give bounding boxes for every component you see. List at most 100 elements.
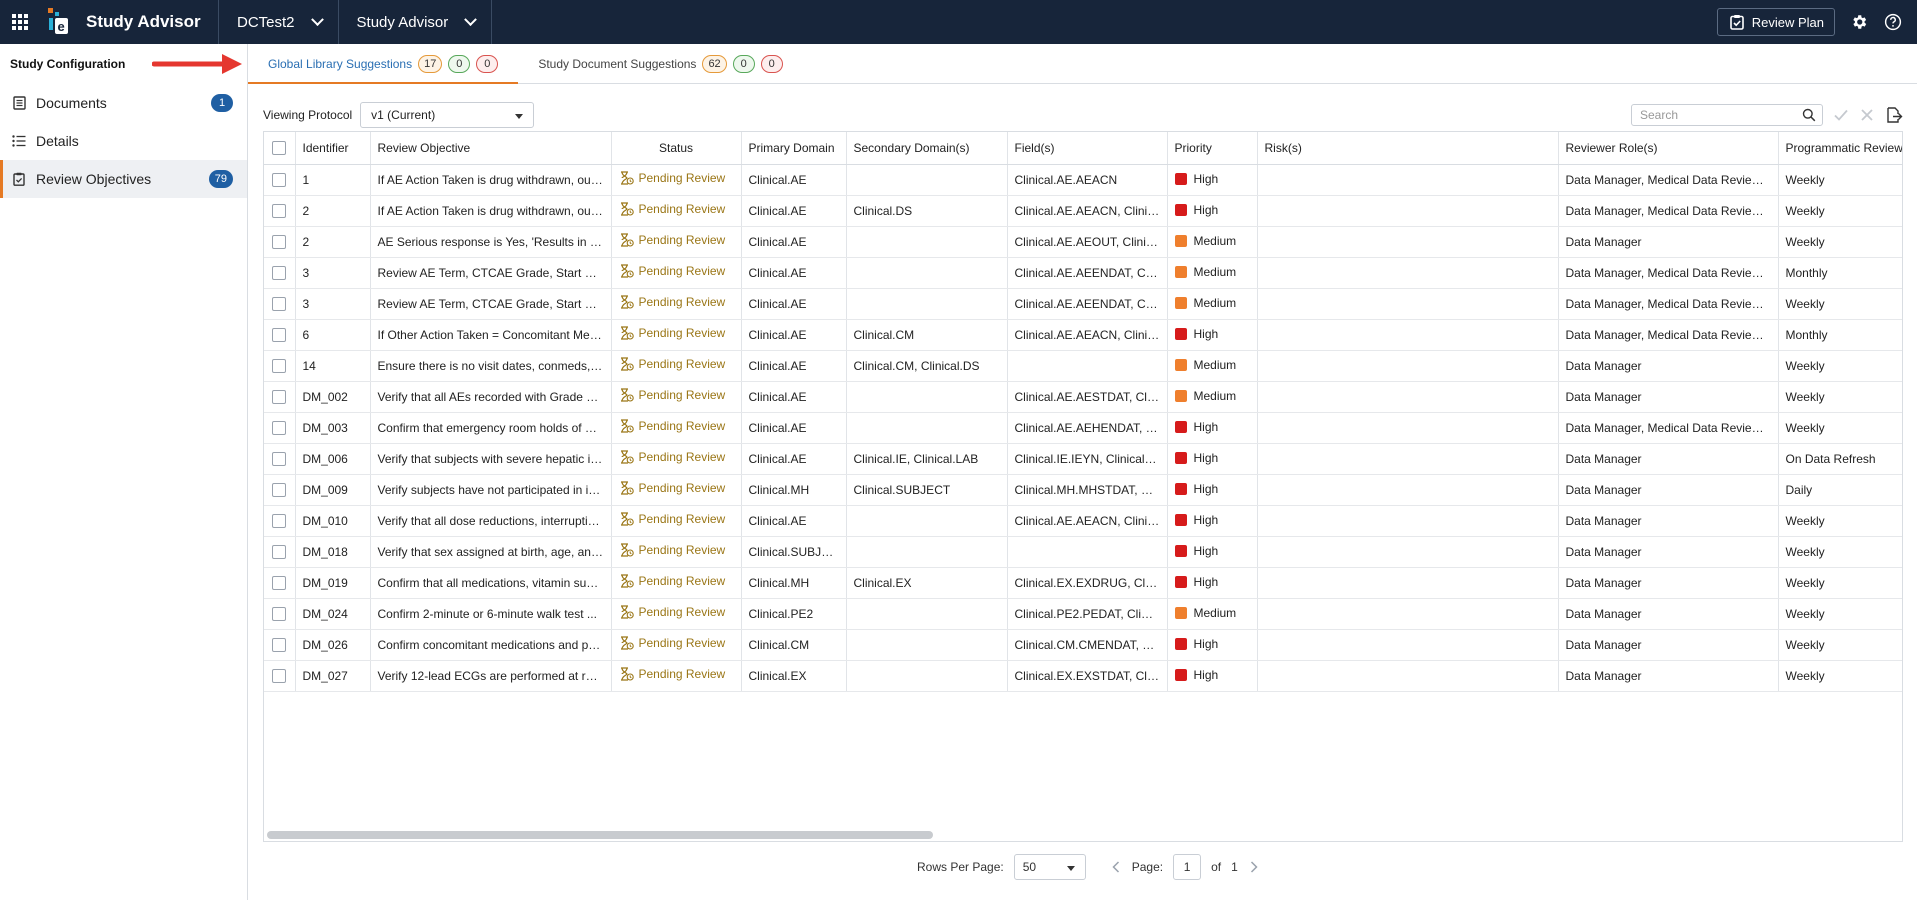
- priority-indicator: High: [1174, 637, 1218, 651]
- table-row[interactable]: DM_002 Verify that all AEs recorded with …: [264, 381, 1902, 413]
- table-row[interactable]: DM_010 Verify that all dose reductions, i…: [264, 505, 1902, 537]
- cell-priority: High: [1167, 505, 1258, 537]
- cell-reviewer-roles: Data Manager, Medical Data Reviewer: [1558, 288, 1779, 320]
- column-header[interactable]: Review Objective: [370, 132, 612, 165]
- app-launcher-icon[interactable]: [0, 0, 40, 44]
- status-label: Pending Review: [638, 233, 726, 247]
- sidebar-item-review-objectives[interactable]: Review Objectives 79: [0, 160, 247, 198]
- cell-priority: Medium: [1167, 598, 1258, 630]
- row-checkbox[interactable]: [264, 164, 296, 196]
- table-row[interactable]: 3 Review AE Term, CTCAE Grade, Start Date…: [264, 257, 1902, 289]
- column-header[interactable]: Identifier: [295, 132, 371, 165]
- select-all-checkbox[interactable]: [264, 132, 296, 165]
- row-checkbox[interactable]: [264, 288, 296, 320]
- row-checkbox[interactable]: [264, 319, 296, 351]
- page-label: Page:: [1131, 860, 1164, 874]
- row-checkbox[interactable]: [264, 505, 296, 537]
- next-page-icon[interactable]: [1248, 857, 1260, 877]
- status-pending: Pending Review: [619, 543, 725, 557]
- cell-primary-domain: Clinical.AE: [741, 195, 847, 227]
- table-row[interactable]: DM_026 Confirm concomitant medications an…: [264, 629, 1902, 661]
- cell-identifier: DM_026: [295, 629, 371, 661]
- column-header[interactable]: Priority: [1167, 132, 1258, 165]
- table-row[interactable]: DM_009 Verify subjects have not participa…: [264, 474, 1902, 506]
- cell-risks: [1257, 319, 1559, 351]
- priority-indicator: High: [1174, 574, 1219, 589]
- rows-per-page-select[interactable]: 50: [1013, 854, 1086, 880]
- row-checkbox[interactable]: [264, 567, 296, 599]
- search-input[interactable]: [1640, 108, 1790, 122]
- table-row[interactable]: DM_024 Confirm 2-minute or 6-minute walk …: [264, 598, 1902, 630]
- horizontal-scrollbar[interactable]: [267, 831, 933, 839]
- column-header[interactable]: Risk(s): [1257, 132, 1559, 165]
- table-row[interactable]: 2 If AE Action Taken is drug withdrawn, o…: [264, 195, 1902, 227]
- cell-priority: High: [1167, 195, 1258, 227]
- table-row[interactable]: 3 Review AE Term, CTCAE Grade, Start Date…: [264, 288, 1902, 320]
- cell-priority: High: [1167, 164, 1258, 196]
- search-box[interactable]: [1631, 104, 1823, 126]
- cell-programmatic-review: Monthly: [1778, 257, 1902, 289]
- gear-icon[interactable]: [1849, 12, 1869, 32]
- row-checkbox[interactable]: [264, 226, 296, 258]
- table-row[interactable]: DM_027 Verify 12-lead ECGs are performed …: [264, 660, 1902, 692]
- sidebar-item-documents[interactable]: Documents 1: [0, 84, 247, 122]
- cell-identifier: 2: [295, 195, 371, 227]
- column-header[interactable]: Secondary Domain(s): [846, 132, 1008, 165]
- sidebar-item-details[interactable]: Details: [0, 122, 247, 160]
- priority-indicator: High: [1174, 172, 1218, 186]
- priority-color-swatch: [1174, 513, 1187, 526]
- table-row[interactable]: DM_018 Verify that sex assigned at birth,…: [264, 536, 1902, 568]
- table-row[interactable]: DM_019 Confirm that all medications, vita…: [264, 567, 1902, 599]
- review-plan-button[interactable]: Review Plan: [1716, 8, 1835, 36]
- status-label: Pending Review: [638, 171, 726, 185]
- row-checkbox[interactable]: [264, 412, 296, 444]
- cell-fields: Clinical.AE.AEACN, Clinical.EX: [1007, 505, 1168, 537]
- cell-priority: High: [1167, 567, 1258, 599]
- column-header[interactable]: Primary Domain: [741, 132, 847, 165]
- cell-reviewer-roles: Data Manager: [1558, 226, 1779, 258]
- cell-risks: [1257, 505, 1559, 537]
- row-checkbox[interactable]: [264, 443, 296, 475]
- help-icon[interactable]: [1883, 12, 1903, 32]
- row-checkbox[interactable]: [264, 350, 296, 382]
- accept-check-icon[interactable]: [1833, 107, 1849, 123]
- rows-per-page-label: Rows Per Page:: [917, 860, 1004, 874]
- priority-label: Medium: [1193, 605, 1237, 620]
- cell-review-objective: Review AE Term, CTCAE Grade, Start Date …: [370, 288, 612, 320]
- tab-global-library-suggestions[interactable]: Global Library Suggestions 17 0 0: [248, 44, 519, 84]
- column-header[interactable]: Field(s): [1007, 132, 1168, 165]
- status-label: Pending Review: [638, 202, 726, 216]
- table-row[interactable]: 6 If Other Action Taken = Concomitant Med…: [264, 319, 1902, 351]
- tab-study-document-suggestions[interactable]: Study Document Suggestions 62 0 0: [518, 44, 802, 83]
- row-checkbox[interactable]: [264, 381, 296, 413]
- row-checkbox[interactable]: [264, 257, 296, 289]
- priority-label: High: [1193, 574, 1219, 589]
- viewing-protocol-select[interactable]: v1 (Current): [360, 102, 535, 128]
- cell-secondary-domains: [846, 164, 1008, 196]
- reject-close-icon[interactable]: [1859, 107, 1875, 123]
- cell-programmatic-review: Weekly: [1778, 226, 1902, 258]
- row-checkbox[interactable]: [264, 629, 296, 661]
- table-row[interactable]: 14 Ensure there is no visit dates, conmed…: [264, 350, 1902, 382]
- table-row[interactable]: DM_003 Confirm that emergency room holds …: [264, 412, 1902, 444]
- column-header[interactable]: Reviewer Role(s): [1558, 132, 1779, 165]
- row-checkbox[interactable]: [264, 598, 296, 630]
- export-icon[interactable]: [1885, 106, 1903, 124]
- table-row[interactable]: 2 AE Serious response is Yes, 'Results in…: [264, 226, 1902, 258]
- row-checkbox[interactable]: [264, 536, 296, 568]
- row-checkbox[interactable]: [264, 474, 296, 506]
- product-selector[interactable]: Study Advisor: [339, 0, 492, 44]
- row-checkbox[interactable]: [264, 195, 296, 227]
- column-header[interactable]: Status: [611, 132, 742, 165]
- table-row[interactable]: DM_006 Verify that subjects with severe h…: [264, 443, 1902, 475]
- cell-identifier: DM_009: [295, 474, 371, 506]
- cell-status: Pending Review: [611, 660, 742, 692]
- previous-page-icon[interactable]: [1110, 857, 1122, 877]
- table-row[interactable]: 1 If AE Action Taken is drug withdrawn, o…: [264, 164, 1902, 196]
- search-icon[interactable]: [1802, 108, 1816, 122]
- study-selector[interactable]: DCTest2: [219, 0, 338, 44]
- row-checkbox[interactable]: [264, 660, 296, 692]
- sidebar: Study Configuration Documents 1 Details …: [0, 44, 248, 900]
- page-number-input[interactable]: 1: [1173, 854, 1202, 880]
- column-header[interactable]: Programmatic Review: [1778, 132, 1902, 165]
